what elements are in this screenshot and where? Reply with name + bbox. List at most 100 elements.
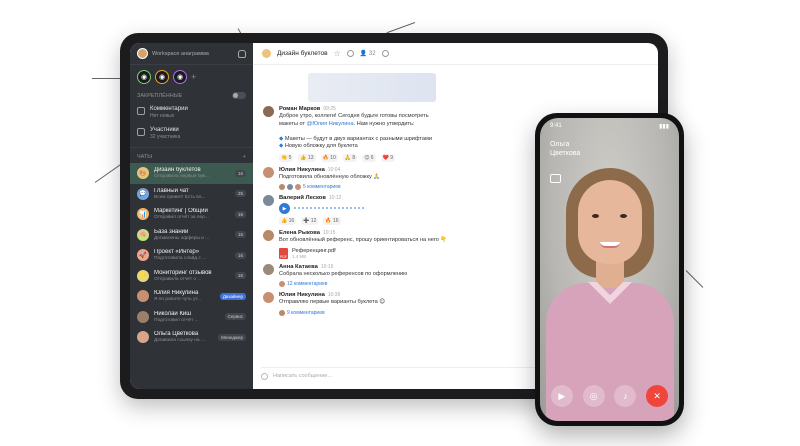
chat-preview: Отправила первые бук...: [154, 174, 209, 180]
avatar[interactable]: [263, 166, 274, 178]
chat-name: Главный чат: [154, 187, 189, 194]
battery-icon: ▮▮▮: [659, 124, 669, 130]
reaction-chip[interactable]: ➕ 12: [301, 217, 319, 226]
avatar: 📊: [137, 208, 149, 221]
file-name: Референцинг.pdf: [292, 247, 336, 254]
info-icon[interactable]: [346, 50, 354, 57]
chat-list-item[interactable]: 🧠 База знаний Добавлены офферы и ... 16: [130, 225, 253, 246]
chat-list-item[interactable]: 💬 Главный чат Всем привет! Есть во... 25: [130, 184, 253, 205]
sidebar-item-sublabel: 32 участника: [150, 134, 181, 140]
space-2-icon[interactable]: ◉: [155, 70, 169, 84]
chat-icon[interactable]: [550, 174, 561, 183]
reaction-chip[interactable]: 🔥 16: [323, 217, 341, 226]
sidebar-item-members[interactable]: Участники 32 участника: [130, 123, 253, 144]
message-time: 10:12: [328, 195, 342, 202]
chat-badge: Сервис: [224, 313, 246, 321]
pinned-toggle-row: ЗАКРЕПЛЁННЫЕ: [130, 89, 253, 102]
avatar[interactable]: [263, 263, 274, 275]
sidebar-item-sublabel: Нет новых: [150, 113, 175, 119]
chat-list-item[interactable]: 📊 Маркетинг | Общий Отправил отчёт за пер.…: [130, 204, 253, 225]
waveform[interactable]: [294, 206, 364, 211]
chat-list-item[interactable]: ⭐ Мониторинг отзывов Отправила отчёт о ...…: [130, 266, 253, 287]
file-size: 1,4 MB: [292, 253, 307, 259]
chat-list-item[interactable]: Ольга Цветкова Добавила ссылку на ... Мене…: [130, 327, 253, 348]
star-icon[interactable]: ☆: [334, 49, 341, 58]
avatar: 🧠: [137, 228, 149, 241]
space-3-icon[interactable]: ◉: [173, 70, 187, 84]
avatar: [137, 331, 149, 344]
message-time: 10:36: [327, 292, 341, 299]
play-icon[interactable]: ▶: [279, 203, 290, 215]
avatar[interactable]: [263, 195, 274, 207]
chat-preview: Отправила отчёт о ...: [154, 276, 202, 282]
chat-list-item[interactable]: 🎨 Дизайн буклетов Отправила первые бук... 1…: [130, 163, 253, 184]
avatar[interactable]: [263, 230, 274, 242]
chat-name: Маркетинг | Общий: [154, 208, 208, 215]
video-call-screen: 9:41 ▮▮▮ Ольга Цветкова ▶ ◎ ♪ ✕: [540, 118, 679, 421]
chats-header: ЧАТЫ +: [130, 147, 253, 163]
sidebar: Workspace анаграмма ◉ ◉ ◉ + ЗАКРЕПЛЁННЫЕ…: [130, 43, 253, 389]
avatar: 🚀: [137, 249, 149, 262]
members-icon: [137, 128, 145, 136]
space-1-icon[interactable]: ◉: [137, 70, 151, 84]
chat-preview: Добавила ссылку на ...: [154, 338, 205, 344]
chat-header: Дизайн буклетов ☆ 👤 32: [253, 43, 658, 65]
sidebar-item-label: Комментарии: [150, 106, 188, 112]
attach-icon[interactable]: [261, 372, 268, 380]
spaces-row: ◉ ◉ ◉ +: [130, 65, 253, 89]
chat-badge: 16: [234, 251, 246, 259]
phone-device: 9:41 ▮▮▮ Ольга Цветкова ▶ ◎ ♪ ✕: [535, 113, 684, 426]
pinned-label: ЗАКРЕПЛЁННЫЕ: [137, 92, 183, 99]
chat-badge: Дизайнер: [219, 292, 246, 300]
avatar: [137, 290, 149, 303]
channel-avatar: [262, 49, 271, 58]
chat-list-item[interactable]: Юлия Никулина Я по работе чуть ут... Дизай…: [130, 286, 253, 307]
add-space-icon[interactable]: +: [191, 72, 196, 82]
avatar[interactable]: [263, 292, 274, 304]
user-avatar[interactable]: [137, 48, 148, 59]
avatar: ⭐: [137, 269, 149, 282]
bell-icon[interactable]: [238, 49, 246, 58]
chat-badge: Менеджер: [218, 333, 246, 341]
chat-name: Юлия Никулина: [154, 290, 199, 297]
sidebar-header: Workspace анаграмма: [130, 43, 253, 65]
microphone-icon[interactable]: ♪: [614, 385, 637, 407]
chat-list: 🎨 Дизайн буклетов Отправила первые бук... 1…: [130, 163, 253, 348]
mention-link[interactable]: @Юлия Никулина: [307, 121, 354, 127]
pinned-toggle[interactable]: [232, 92, 246, 99]
reaction-chip[interactable]: ❤️ 9: [380, 153, 395, 162]
caller-name: Ольга Цветкова: [550, 141, 581, 158]
chat-name: Ольга Цветкова: [154, 331, 199, 338]
pinned-banner[interactable]: [308, 73, 436, 102]
message-time: 10:04: [327, 166, 341, 173]
chat-badge: 25: [234, 190, 246, 198]
add-chat-icon[interactable]: +: [243, 154, 246, 160]
sidebar-item-comments[interactable]: Комментарии Нет новых: [130, 102, 253, 123]
avatar: 💬: [137, 187, 149, 200]
status-time: 9:41: [550, 123, 562, 129]
end-call-icon[interactable]: ✕: [646, 385, 669, 407]
message-time: 10:16: [320, 263, 334, 270]
reaction-chip[interactable]: 👍 16: [279, 217, 297, 226]
search-icon[interactable]: [381, 50, 389, 57]
video-camera-icon[interactable]: ▶: [550, 385, 573, 407]
camera-flip-icon[interactable]: ◎: [582, 385, 605, 407]
reaction-chip[interactable]: 🔥 10: [320, 153, 338, 162]
chat-badge: 16: [234, 272, 246, 280]
reaction-chip[interactable]: 👍 13: [298, 153, 316, 162]
reaction-chip[interactable]: 👏 5: [279, 153, 294, 162]
message-author: Роман Марков 09:25: [279, 106, 336, 112]
chat-list-item[interactable]: 🚀 Проект «Интер» Подготовила слайд с ... 16: [130, 245, 253, 266]
chat-list-item[interactable]: Николай Киш Подготовил отчёт ... Сервис: [130, 307, 253, 328]
reaction-chip[interactable]: 🙏 8: [342, 153, 358, 162]
avatar[interactable]: [263, 106, 274, 117]
members-count[interactable]: 👤 32: [360, 50, 376, 57]
chat-name: Николай Киш: [154, 310, 192, 317]
chat-name: База знаний: [154, 228, 189, 235]
message-time: 10:15: [322, 230, 336, 237]
callout-line-right: [685, 270, 704, 288]
reaction-chip[interactable]: 😊 6: [362, 153, 376, 162]
chat-preview: Всем привет! Есть во...: [154, 194, 206, 200]
workspace-name[interactable]: Workspace анаграмма: [152, 51, 234, 57]
chat-preview: Подготовил отчёт ...: [154, 317, 199, 323]
